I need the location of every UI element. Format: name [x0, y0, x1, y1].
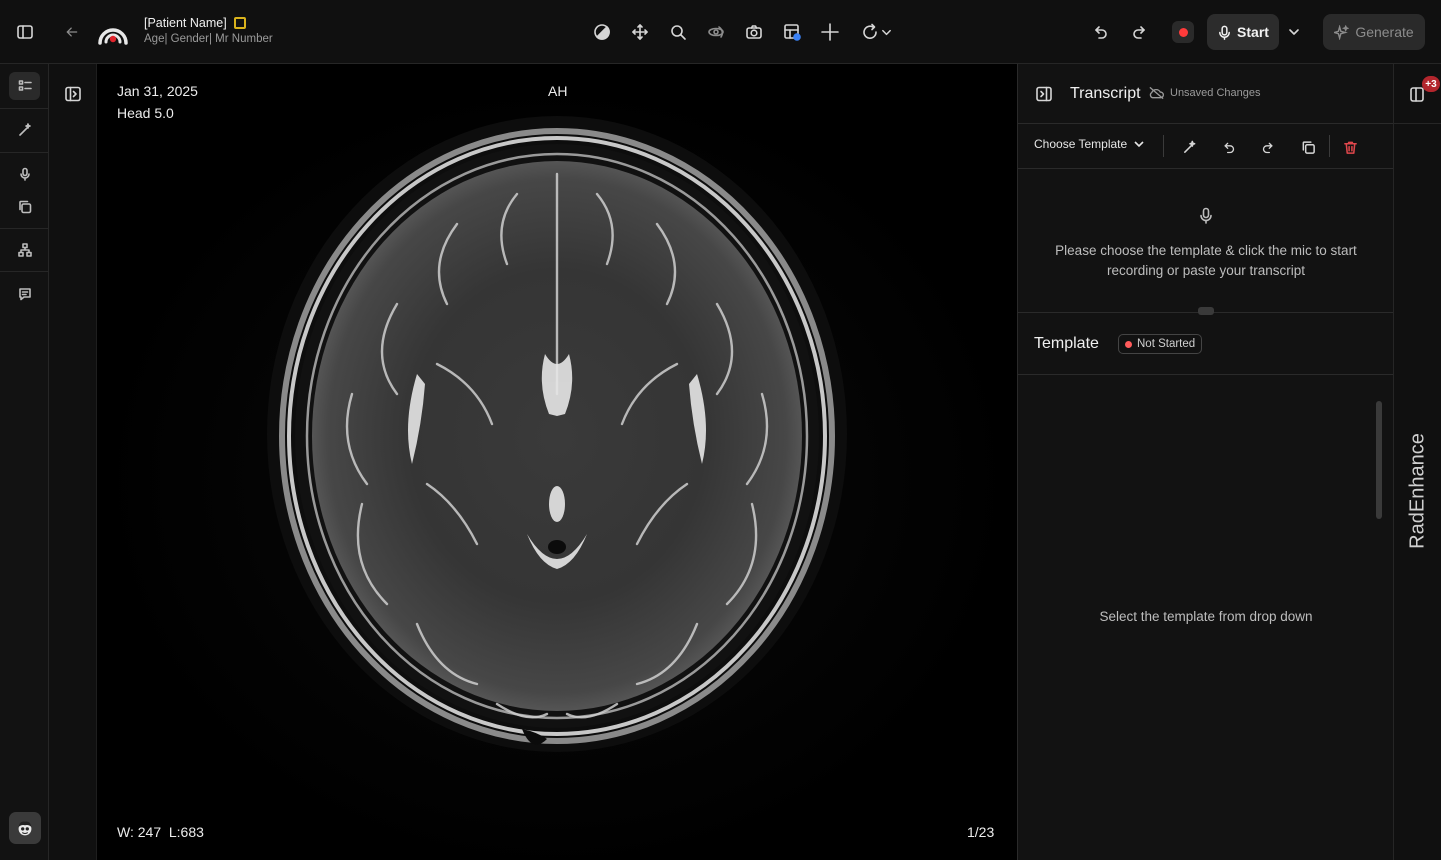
magic-wand-icon[interactable] — [12, 118, 38, 142]
magic-wand-icon[interactable] — [1178, 136, 1200, 158]
scrollbar[interactable] — [1376, 401, 1382, 519]
record-indicator[interactable] — [1172, 21, 1194, 43]
copy-icon[interactable] — [12, 195, 38, 219]
top-bar: [Patient Name] Age| Gender| Mr Number St… — [0, 0, 1441, 64]
chevron-down-icon — [1134, 141, 1144, 148]
copy-icon[interactable] — [1297, 136, 1319, 158]
patient-meta: Age| Gender| Mr Number — [144, 33, 273, 45]
orientation-label: AH — [548, 83, 568, 99]
template-header: Template Not Started — [1018, 314, 1394, 375]
mic-icon[interactable] — [1194, 204, 1218, 228]
mic-prompt-area: Please choose the template & click the m… — [1018, 169, 1394, 315]
status-badge: Not Started — [1118, 334, 1203, 354]
back-arrow-icon[interactable] — [62, 22, 82, 42]
window-level: W: 247 L:683 — [117, 824, 204, 840]
choose-template-dropdown[interactable]: Choose Template — [1034, 137, 1145, 151]
transcript-toolbar: Choose Template — [1018, 124, 1394, 169]
expand-panel-icon[interactable] — [61, 82, 85, 106]
patient-name-text: [Patient Name] — [144, 16, 227, 30]
transcript-header: Transcript Unsaved Changes — [1018, 64, 1394, 124]
generate-label: Generate — [1355, 24, 1414, 40]
image-viewer[interactable]: Jan 31, 2025 Head 5.0 AH W: 247 L:683 1/… — [97, 64, 1017, 860]
generate-button[interactable]: Generate — [1323, 14, 1425, 50]
transcript-panel: Transcript Unsaved Changes Choose Templa… — [1017, 64, 1394, 860]
redo-icon[interactable] — [1257, 136, 1279, 158]
app-logo — [96, 15, 130, 49]
grid-layout-icon[interactable] — [781, 21, 803, 43]
hierarchy-icon[interactable] — [12, 238, 38, 262]
slice-counter: 1/23 — [967, 824, 995, 840]
redo-icon[interactable] — [1129, 21, 1151, 43]
series-panel-column — [49, 64, 97, 860]
list-view-icon[interactable] — [9, 72, 40, 100]
zoom-icon[interactable] — [667, 21, 689, 43]
user-avatar[interactable] — [9, 812, 41, 844]
crosshair-icon[interactable] — [819, 21, 841, 43]
cloud-off-icon — [1149, 86, 1164, 100]
left-rail — [0, 64, 49, 860]
template-empty-message: Select the template from drop down — [1099, 609, 1313, 624]
undo-icon[interactable] — [1217, 136, 1239, 158]
status-label: Not Started — [1137, 338, 1196, 350]
mic-icon — [1219, 25, 1230, 40]
patient-name: [Patient Name] — [144, 16, 246, 30]
start-label: Start — [1237, 24, 1269, 40]
record-dot-icon — [1178, 27, 1188, 37]
rotate-icon[interactable] — [857, 21, 895, 43]
notification-badge: +3 — [1422, 76, 1440, 92]
flag-icon[interactable] — [233, 17, 246, 29]
mic-instruction-text: Please choose the template & click the m… — [1055, 243, 1357, 278]
camera-icon[interactable] — [743, 21, 765, 43]
choose-template-label: Choose Template — [1034, 137, 1128, 151]
right-rail: +3 RadEnhance — [1393, 64, 1441, 860]
contrast-icon[interactable] — [591, 21, 613, 43]
sidebar-toggle-icon[interactable] — [14, 21, 36, 43]
start-button[interactable]: Start — [1207, 14, 1279, 50]
transcript-title: Transcript — [1070, 85, 1141, 102]
study-date: Jan 31, 2025 — [117, 83, 198, 99]
chevron-down-icon[interactable] — [1284, 21, 1304, 43]
status-dot-icon — [1125, 340, 1132, 348]
unsaved-status: Unsaved Changes — [1148, 86, 1261, 100]
sparkle-icon — [1334, 24, 1350, 40]
series-label: Head 5.0 — [117, 105, 174, 121]
brain-mri-image — [97, 64, 1017, 860]
unsaved-label: Unsaved Changes — [1170, 87, 1261, 99]
delete-icon[interactable] — [1339, 136, 1361, 158]
template-title: Template — [1034, 335, 1099, 352]
undo-icon[interactable] — [1089, 21, 1111, 43]
collapse-panel-icon[interactable] — [1033, 83, 1055, 105]
avatar-icon — [18, 821, 32, 836]
right-rail-header: +3 — [1394, 64, 1441, 124]
mic-icon[interactable] — [12, 162, 38, 186]
pan-icon[interactable] — [629, 21, 651, 43]
radenhance-label[interactable]: RadEnhance — [1407, 433, 1430, 549]
rotate-3d-icon[interactable] — [705, 21, 727, 43]
chat-icon[interactable] — [12, 282, 38, 306]
